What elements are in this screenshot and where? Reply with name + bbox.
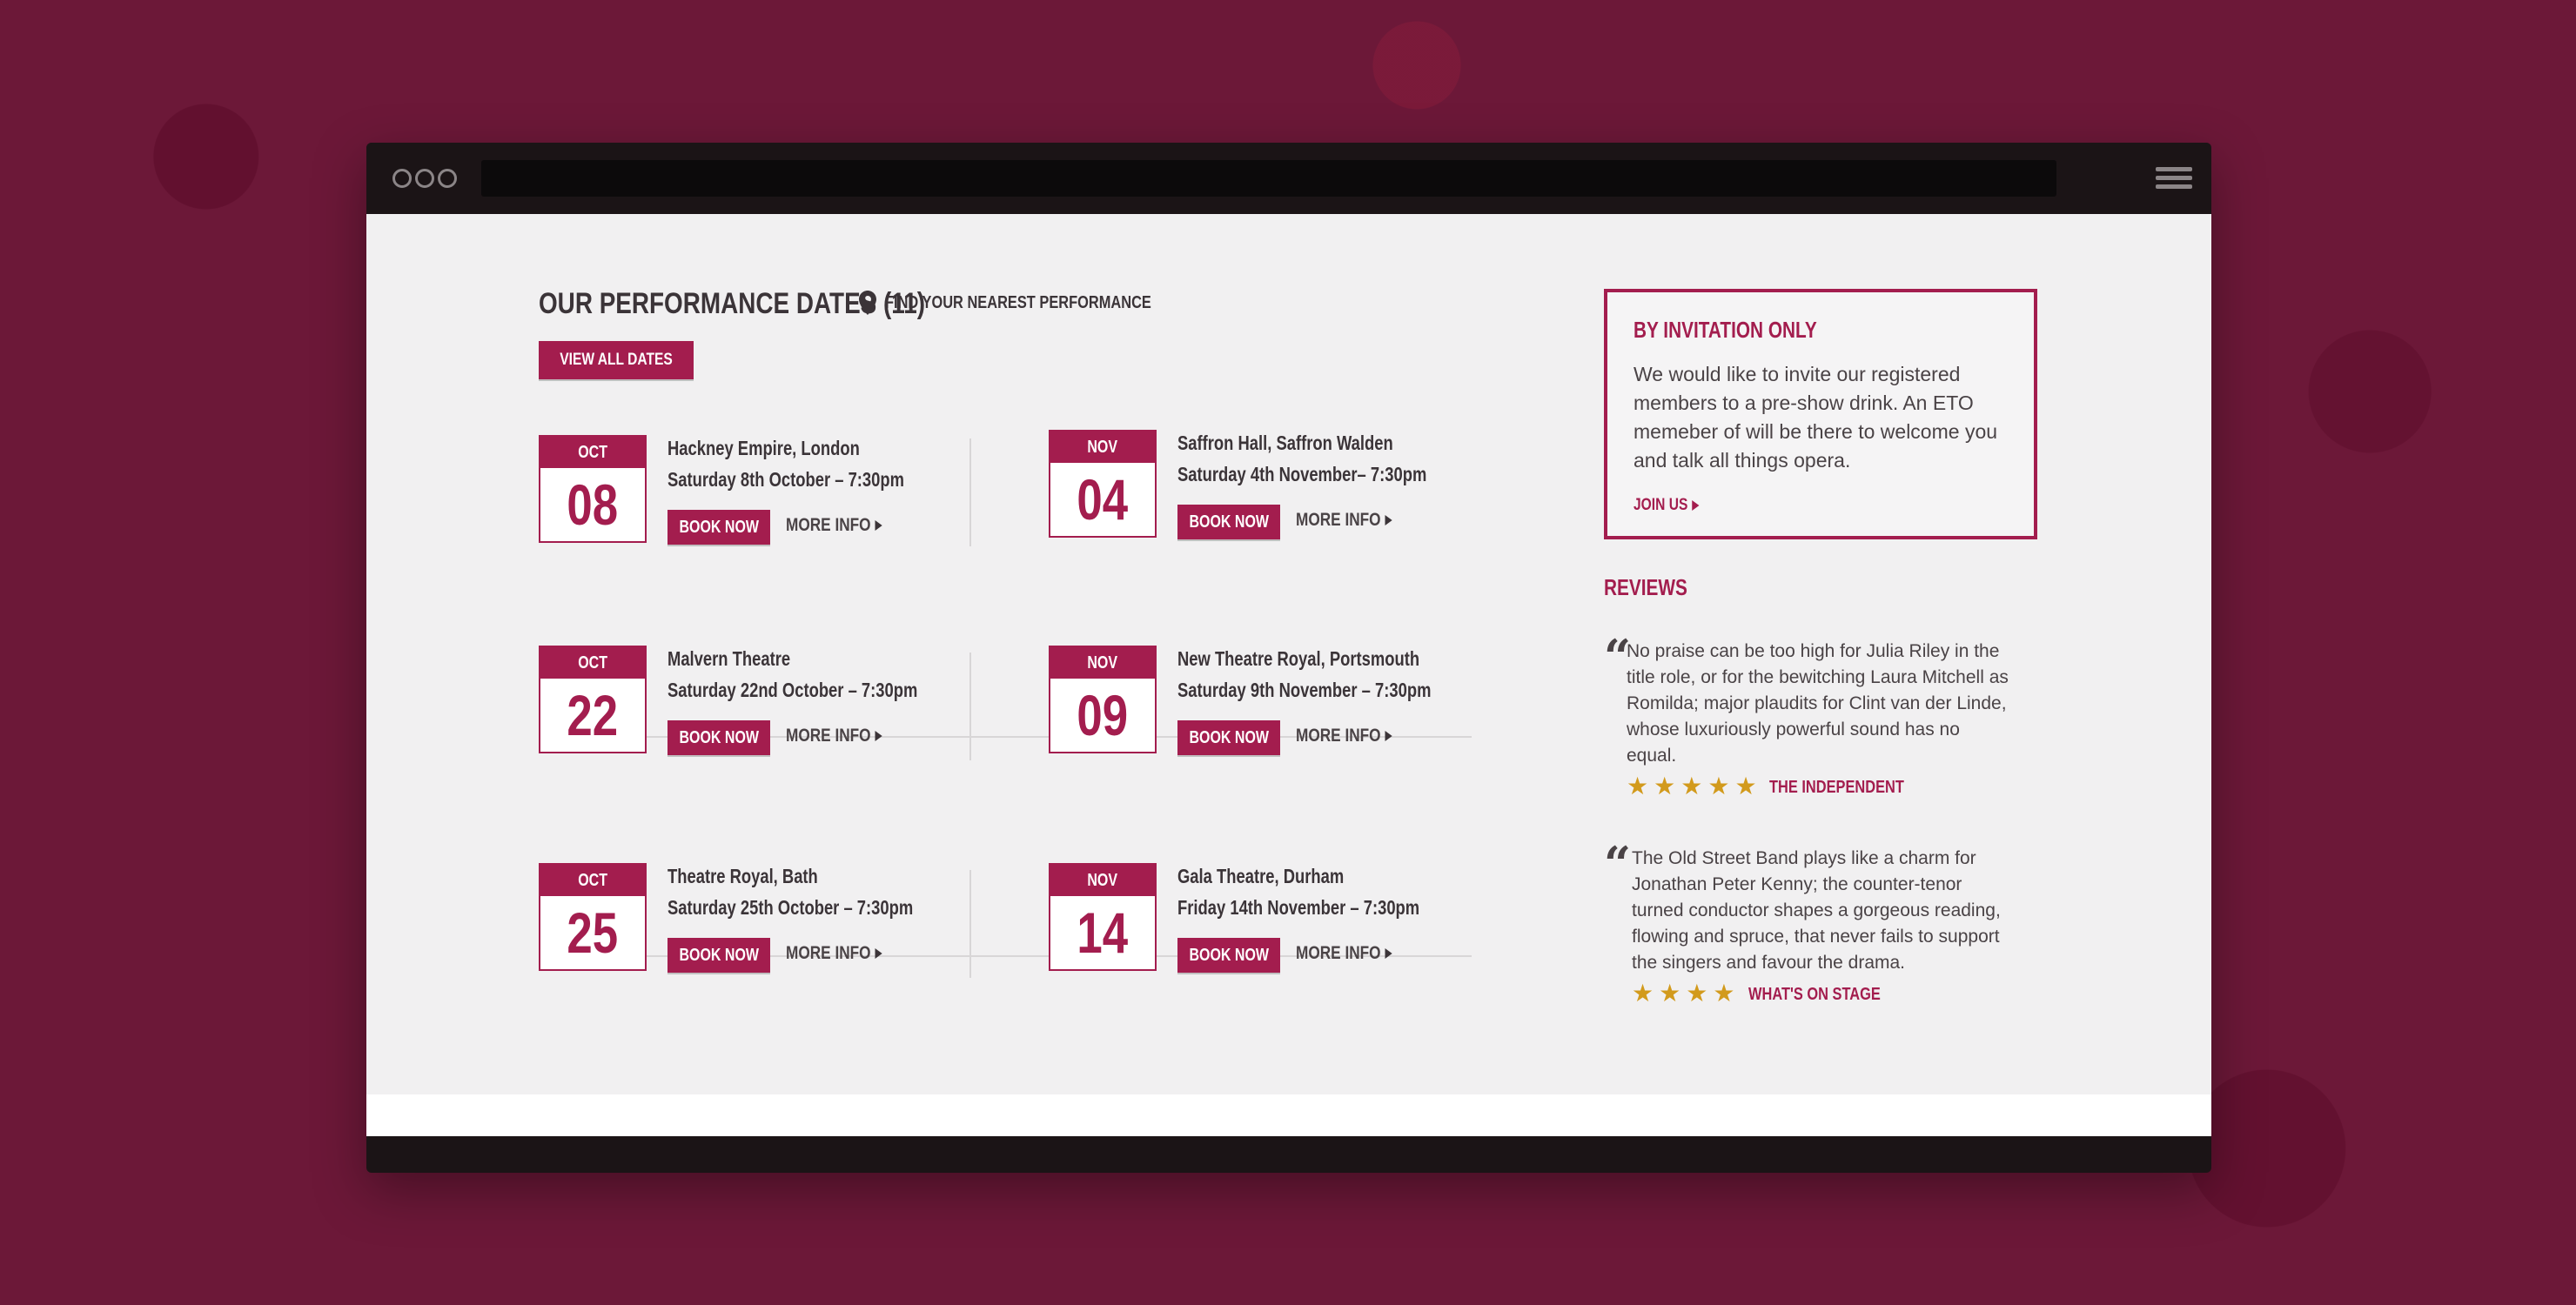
event-datetime: Saturday 9th November – 7:30pm <box>1177 679 1432 701</box>
arrow-right-icon <box>875 948 882 959</box>
more-info-link[interactable]: MORE INFO <box>786 943 882 964</box>
event-month: OCT <box>540 437 645 468</box>
column-divider <box>969 438 971 546</box>
date-badge: OCT 22 <box>539 646 647 753</box>
book-now-button[interactable]: BOOK NOW <box>667 510 770 545</box>
event-month: NOV <box>1050 647 1155 679</box>
event-datetime: Saturday 22nd October – 7:30pm <box>667 679 918 701</box>
browser-window: OUR PERFORMANCE DATES (11) FIND YOUR NEA… <box>366 143 2211 1173</box>
event-datetime: Friday 14th November – 7:30pm <box>1177 896 1420 919</box>
quote-mark-icon: “ <box>1604 836 1632 892</box>
date-badge: NOV 09 <box>1049 646 1157 753</box>
column-divider <box>969 870 971 978</box>
event-day: 22 <box>567 683 619 747</box>
hamburger-menu-icon[interactable] <box>2156 167 2192 191</box>
review-item: “ No praise can be too high for Julia Ri… <box>1604 633 2013 799</box>
footer-strip <box>366 1094 2211 1136</box>
more-info-link[interactable]: MORE INFO <box>1296 510 1392 531</box>
star-icon: ★ <box>1713 980 1735 1007</box>
event-month: OCT <box>540 865 645 896</box>
event-day: 04 <box>1077 467 1129 532</box>
arrow-right-icon <box>875 731 882 741</box>
event-venue: Hackney Empire, London <box>667 437 860 459</box>
arrow-right-icon <box>1385 515 1392 525</box>
event-month: NOV <box>1050 865 1155 896</box>
invitation-box: BY INVITATION ONLY We would like to invi… <box>1604 289 2037 539</box>
view-all-dates-button[interactable]: VIEW ALL DATES <box>539 341 694 379</box>
star-icon: ★ <box>1659 980 1681 1007</box>
review-source: WHAT'S ON STAGE <box>1748 985 1881 1004</box>
more-info-link[interactable]: MORE INFO <box>1296 726 1392 746</box>
event-day: 25 <box>567 900 619 965</box>
date-badge: NOV 14 <box>1049 863 1157 971</box>
book-now-button[interactable]: BOOK NOW <box>667 938 770 973</box>
book-now-button[interactable]: BOOK NOW <box>1177 938 1280 973</box>
book-now-button[interactable]: BOOK NOW <box>1177 720 1280 755</box>
invitation-title: BY INVITATION ONLY <box>1633 317 1817 343</box>
star-icon: ★ <box>1707 773 1730 800</box>
review-item: “ The Old Street Band plays like a charm… <box>1604 840 2013 1006</box>
star-icon: ★ <box>1734 773 1757 800</box>
event-datetime: Saturday 8th October – 7:30pm <box>667 468 904 491</box>
event-venue: Saffron Hall, Saffron Walden <box>1177 432 1393 454</box>
star-icon: ★ <box>1627 773 1649 800</box>
arrow-right-icon <box>1385 731 1392 741</box>
event-datetime: Saturday 4th November– 7:30pm <box>1177 463 1427 485</box>
browser-chrome <box>366 143 2211 214</box>
review-source: THE INDEPENDENT <box>1769 778 1904 797</box>
event-month: NOV <box>1050 432 1155 463</box>
star-icon: ★ <box>1632 980 1654 1007</box>
star-icon: ★ <box>1654 773 1676 800</box>
date-badge: NOV 04 <box>1049 430 1157 538</box>
arrow-right-icon <box>875 520 882 531</box>
more-info-link[interactable]: MORE INFO <box>1296 943 1392 964</box>
window-control-dot[interactable] <box>392 169 412 188</box>
address-bar[interactable] <box>481 160 2056 197</box>
arrow-right-icon <box>1385 948 1392 959</box>
star-rating: ★ ★ ★ ★ ★ <box>1627 774 1757 799</box>
event-datetime: Saturday 25th October – 7:30pm <box>667 896 914 919</box>
event-day: 09 <box>1077 683 1129 747</box>
arrow-right-icon <box>1692 500 1700 511</box>
more-info-link[interactable]: MORE INFO <box>786 515 882 536</box>
date-badge: OCT 08 <box>539 435 647 543</box>
book-now-button[interactable]: BOOK NOW <box>1177 505 1280 539</box>
column-divider <box>969 652 971 760</box>
star-icon: ★ <box>1680 773 1703 800</box>
window-control-dot[interactable] <box>438 169 457 188</box>
event-day: 14 <box>1077 900 1129 965</box>
page-viewport: OUR PERFORMANCE DATES (11) FIND YOUR NEA… <box>366 214 2211 1094</box>
event-venue: Gala Theatre, Durham <box>1177 865 1345 887</box>
review-text: The Old Street Band plays like a charm f… <box>1632 848 2001 973</box>
window-control-dot[interactable] <box>415 169 434 188</box>
join-us-link[interactable]: JOIN US <box>1633 496 1700 515</box>
event-card: OCT 22 Malvern Theatre Saturday 22nd Oct… <box>539 646 991 759</box>
more-info-link[interactable]: MORE INFO <box>786 726 882 746</box>
event-card: NOV 04 Saffron Hall, Saffron Walden Satu… <box>1049 430 1501 543</box>
event-card: OCT 08 Hackney Empire, London Saturday 8… <box>539 435 991 548</box>
event-venue: Theatre Royal, Bath <box>667 865 818 887</box>
event-day: 08 <box>567 472 619 537</box>
star-rating: ★ ★ ★ ★ <box>1632 981 1734 1006</box>
event-venue: New Theatre Royal, Portsmouth <box>1177 647 1420 670</box>
book-now-button[interactable]: BOOK NOW <box>667 720 770 755</box>
event-card: OCT 25 Theatre Royal, Bath Saturday 25th… <box>539 863 991 976</box>
view-all-dates-label: VIEW ALL DATES <box>560 351 673 369</box>
invitation-text: We would like to invite our registered m… <box>1633 363 1998 472</box>
event-card: NOV 09 New Theatre Royal, Portsmouth Sat… <box>1049 646 1501 759</box>
review-text: No praise can be too high for Julia Rile… <box>1627 641 2009 766</box>
event-month: OCT <box>540 647 645 679</box>
date-badge: OCT 25 <box>539 863 647 971</box>
find-nearest-link[interactable]: FIND YOUR NEAREST PERFORMANCE <box>859 291 1210 315</box>
star-icon: ★ <box>1686 980 1708 1007</box>
event-card: NOV 14 Gala Theatre, Durham Friday 14th … <box>1049 863 1501 976</box>
event-venue: Malvern Theatre <box>667 647 791 670</box>
find-nearest-label: FIND YOUR NEAREST PERFORMANCE <box>885 292 1151 312</box>
map-pin-icon <box>859 291 876 315</box>
reviews-title: REVIEWS <box>1604 574 1687 600</box>
